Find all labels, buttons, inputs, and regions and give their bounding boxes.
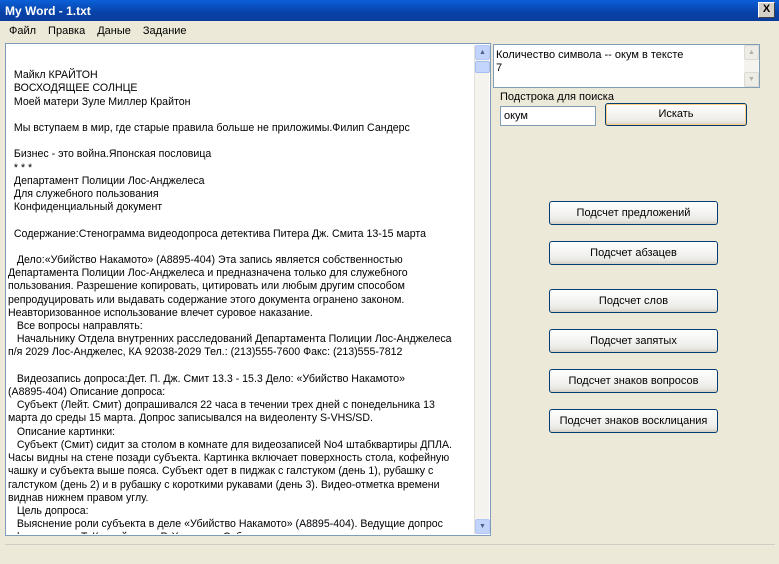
editor-content[interactable]: Майкл КРАЙТОН ВОСХОДЯЩЕЕ СОЛНЦЕ Моей мат… [8, 56, 474, 534]
status-bar [5, 544, 775, 558]
menu-edit[interactable]: Правка [42, 25, 91, 37]
menu-data[interactable]: Даные [91, 25, 137, 37]
count-paragraphs-button[interactable]: Подсчет абзацев [549, 241, 718, 265]
window-title: My Word - 1.txt [5, 3, 91, 18]
editor-line: Мы вступаем в мир, где старые правила бо… [8, 122, 410, 135]
scroll-up-arrow-icon[interactable]: ▲ [475, 45, 490, 60]
editor-line: Субъект (Лейт. Смит) допрашивался 22 час… [8, 399, 435, 412]
editor-line: Выяснение роли субъекта в деле «Убийство… [8, 518, 443, 531]
result-line-1: Количество символа -- окум в тексте [496, 49, 684, 61]
scroll-up-arrow-icon[interactable]: ▲ [744, 45, 759, 60]
editor-line: марта до среды 15 марта. Допрос записыва… [8, 412, 373, 425]
editor-line: Для служебного пользования [8, 188, 159, 201]
close-button[interactable]: X [758, 2, 775, 18]
editor-line: офицеры: дет. Т. Конвей и дет. Р. Хеммон… [8, 531, 474, 534]
title-bar: My Word - 1.txt X [0, 0, 779, 21]
count-sentences-button[interactable]: Подсчет предложений [549, 201, 718, 225]
editor-line: Департамент Полиции Лос-Анджелеса [8, 174, 205, 187]
result-scrollbar[interactable]: ▲ ▼ [744, 45, 759, 87]
menu-bar: Файл Правка Даные Задание [0, 21, 779, 40]
editor-line: чашку и субъекта выше пояса. Субъект оде… [8, 465, 434, 478]
editor-line: Дело:«Убийство Накамото» (А8895-404) Эта… [8, 254, 403, 267]
scrollbar-thumb[interactable] [475, 61, 490, 73]
editor-line: Бизнес - это война.Японская пословица [8, 148, 212, 161]
editor-line: Неавторизованное использование влечет су… [8, 306, 313, 319]
editor-line: галстуком (день 2) и в рубашку с коротки… [8, 478, 440, 491]
search-label: Подстрока для поиска [500, 91, 614, 103]
count-commas-button[interactable]: Подсчет запятых [549, 329, 718, 353]
right-panel-edge [764, 44, 776, 536]
editor-line: Департамента Полиции Лос-Анджелеса и пре… [8, 267, 408, 280]
editor-line: Моей матери Зуле Миллер Крайтон [8, 95, 191, 108]
scroll-down-arrow-icon[interactable]: ▼ [744, 72, 759, 87]
editor-line: пользования. Разрешение копировать, цити… [8, 280, 405, 293]
editor-line: Субъект (Смит) сидит за столом в комнате… [8, 438, 452, 451]
editor-line: Начальнику Отдела внутренних расследован… [8, 333, 452, 346]
editor-line: виднав нижнем правом углу. [8, 491, 149, 504]
scroll-down-arrow-icon[interactable]: ▼ [475, 519, 490, 534]
menu-task[interactable]: Задание [137, 25, 193, 37]
result-textbox[interactable]: Количество символа -- окум в тексте 7 ▲ … [493, 44, 760, 88]
count-words-button[interactable]: Подсчет слов [549, 289, 718, 313]
editor-vertical-scrollbar[interactable]: ▲ ▼ [474, 45, 490, 534]
result-line-2: 7 [496, 62, 503, 74]
result-text: Количество символа -- окум в тексте 7 [496, 49, 683, 75]
editor-line: Описание картинки: [8, 425, 116, 438]
editor-line: репродуцировать или выдавать содержание … [8, 293, 405, 306]
search-input[interactable] [500, 106, 596, 126]
text-editor[interactable]: Майкл КРАЙТОН ВОСХОДЯЩЕЕ СОЛНЦЕ Моей мат… [5, 43, 491, 536]
editor-line: Майкл КРАЙТОН [8, 69, 98, 82]
editor-line: ВОСХОДЯЩЕЕ СОЛНЦЕ [8, 82, 138, 95]
count-exclamation-marks-button[interactable]: Подсчет знаков восклицания [549, 409, 718, 433]
editor-line: Часы видны на стене позади субъекта. Кар… [8, 452, 450, 465]
editor-line: Видеозапись допроса:Дет. П. Дж. Смит 13.… [8, 372, 406, 385]
editor-line: Конфиденциальный документ [8, 201, 163, 214]
search-button[interactable]: Искать [605, 103, 747, 126]
editor-line: (А8895-404) Описание допроса: [8, 386, 166, 399]
menu-file[interactable]: Файл [3, 25, 42, 37]
editor-line: * * * [8, 161, 33, 174]
editor-line: п/я 2029 Лос-Анджелес, КА 92038-2029 Тел… [8, 346, 403, 359]
editor-line: Все вопросы направлять: [8, 320, 143, 333]
editor-line: Цель допроса: [8, 504, 89, 517]
editor-line: Содержание:Стенограмма видеодопроса дете… [8, 227, 426, 240]
count-question-marks-button[interactable]: Подсчет знаков вопросов [549, 369, 718, 393]
